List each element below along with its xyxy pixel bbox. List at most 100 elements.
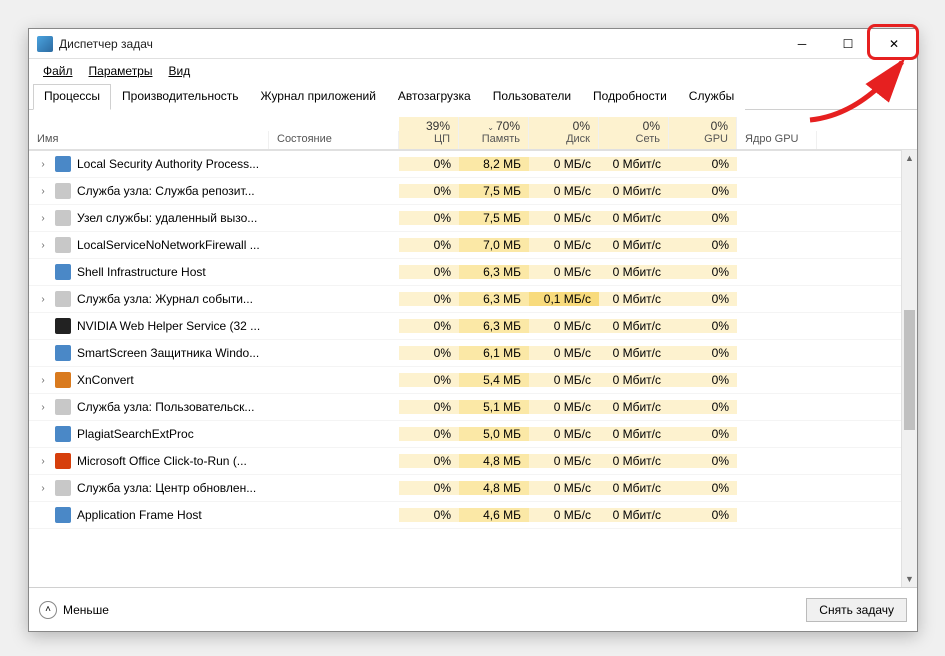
memory-value: 6,3 МБ bbox=[459, 292, 529, 306]
table-row[interactable]: NVIDIA Web Helper Service (32 ...0%6,3 М… bbox=[29, 313, 917, 340]
network-value: 0 Мбит/с bbox=[599, 508, 669, 522]
cpu-value: 0% bbox=[399, 346, 459, 360]
cpu-value: 0% bbox=[399, 157, 459, 171]
memory-value: 5,1 МБ bbox=[459, 400, 529, 414]
close-button[interactable]: ✕ bbox=[871, 29, 917, 58]
table-row[interactable]: ›Узел службы: удаленный вызо...0%7,5 МБ0… bbox=[29, 205, 917, 232]
cpu-value: 0% bbox=[399, 400, 459, 414]
tab-processes[interactable]: Процессы bbox=[33, 84, 111, 110]
expand-icon[interactable]: › bbox=[37, 402, 49, 413]
fewer-details-label: Меньше bbox=[63, 603, 109, 617]
minimize-button[interactable]: ─ bbox=[779, 29, 825, 58]
disk-value: 0 МБ/с bbox=[529, 481, 599, 495]
tab-users[interactable]: Пользователи bbox=[482, 84, 582, 110]
col-gpu[interactable]: 0%GPU bbox=[669, 117, 737, 149]
table-row[interactable]: Application Frame Host0%4,6 МБ0 МБ/с0 Мб… bbox=[29, 502, 917, 529]
memory-value: 5,0 МБ bbox=[459, 427, 529, 441]
expand-icon[interactable]: › bbox=[37, 483, 49, 494]
table-row[interactable]: ›Служба узла: Центр обновлен...0%4,8 МБ0… bbox=[29, 475, 917, 502]
fewer-details-button[interactable]: ˄ Меньше bbox=[39, 601, 109, 619]
process-name: › Узел службы: удаленный вызо... bbox=[29, 210, 269, 226]
col-memory[interactable]: ⌄70%Память bbox=[459, 117, 529, 149]
network-value: 0 Мбит/с bbox=[599, 346, 669, 360]
expand-icon[interactable]: › bbox=[37, 456, 49, 467]
process-icon bbox=[55, 372, 71, 388]
table-row[interactable]: SmartScreen Защитника Windo... 0%6,1 МБ 0 … bbox=[29, 340, 917, 367]
table-row[interactable]: ›Служба узла: Журнал событи...0%6,3 МБ0,… bbox=[29, 286, 917, 313]
tab-startup[interactable]: Автозагрузка bbox=[387, 84, 482, 110]
col-cpu[interactable]: 39%ЦП bbox=[399, 117, 459, 149]
cpu-value: 0% bbox=[399, 454, 459, 468]
process-label: Узел службы: удаленный вызо... bbox=[77, 211, 257, 225]
process-icon bbox=[55, 399, 71, 415]
process-label: Local Security Authority Process... bbox=[77, 157, 259, 171]
table-row[interactable]: ›XnConvert0%5,4 МБ0 МБ/с0 Мбит/с0% bbox=[29, 367, 917, 394]
chevron-up-icon: ˄ bbox=[39, 601, 57, 619]
disk-value: 0 МБ/с bbox=[529, 265, 599, 279]
menu-view[interactable]: Вид bbox=[162, 62, 196, 80]
process-name: SmartScreen Защитника Windo... bbox=[29, 345, 269, 361]
col-network[interactable]: 0%Сеть bbox=[599, 117, 669, 149]
table-row[interactable]: PlagiatSearchExtProc0%5,0 МБ0 МБ/с0 Мбит… bbox=[29, 421, 917, 448]
col-gpucore[interactable]: Ядро GPU bbox=[737, 131, 817, 149]
gpu-value: 0% bbox=[669, 400, 737, 414]
tab-services[interactable]: Службы bbox=[678, 84, 745, 110]
process-icon bbox=[55, 156, 71, 172]
scroll-thumb[interactable] bbox=[904, 310, 915, 430]
col-disk[interactable]: 0%Диск bbox=[529, 117, 599, 149]
cpu-value: 0% bbox=[399, 481, 459, 495]
table-row[interactable]: ›Служба узла: Служба репозит...0%7,5 МБ0… bbox=[29, 178, 917, 205]
scrollbar[interactable]: ▲ ▼ bbox=[901, 150, 917, 587]
process-grid: Имя Состояние 39%ЦП ⌄70%Память 0%Диск 0%… bbox=[29, 110, 917, 587]
gpu-value: 0% bbox=[669, 427, 737, 441]
process-icon bbox=[55, 264, 71, 280]
tab-performance[interactable]: Производительность bbox=[111, 84, 249, 110]
tabstrip: Процессы Производительность Журнал прило… bbox=[29, 83, 917, 110]
col-name[interactable]: Имя bbox=[29, 131, 269, 149]
gpu-value: 0% bbox=[669, 265, 737, 279]
expand-icon[interactable]: › bbox=[37, 294, 49, 305]
expand-icon[interactable]: › bbox=[37, 186, 49, 197]
disk-value: 0 МБ/с bbox=[529, 184, 599, 198]
table-row[interactable]: ›Microsoft Office Click-to-Run (...0%4,8… bbox=[29, 448, 917, 475]
table-row[interactable]: ›Служба узла: Пользовательск...0%5,1 МБ0… bbox=[29, 394, 917, 421]
disk-value: 0 МБ/с bbox=[529, 157, 599, 171]
scroll-up-button[interactable]: ▲ bbox=[902, 150, 917, 166]
end-task-button[interactable]: Снять задачу bbox=[806, 598, 907, 622]
network-value: 0 Мбит/с bbox=[599, 400, 669, 414]
expand-icon[interactable]: › bbox=[37, 213, 49, 224]
network-value: 0 Мбит/с bbox=[599, 373, 669, 387]
menu-file[interactable]: Файл bbox=[37, 62, 79, 80]
disk-value: 0 МБ/с bbox=[529, 211, 599, 225]
memory-value: 6,3 МБ bbox=[459, 265, 529, 279]
expand-icon[interactable]: › bbox=[37, 240, 49, 251]
menu-options[interactable]: Параметры bbox=[83, 62, 159, 80]
column-headers: Имя Состояние 39%ЦП ⌄70%Память 0%Диск 0%… bbox=[29, 110, 917, 150]
memory-value: 7,5 МБ bbox=[459, 211, 529, 225]
expand-icon[interactable]: › bbox=[37, 159, 49, 170]
sort-chevron-icon: ⌄ bbox=[487, 123, 494, 132]
process-icon bbox=[55, 183, 71, 199]
process-rows: ›Local Security Authority Process...0%8,… bbox=[29, 150, 917, 587]
maximize-button[interactable]: ☐ bbox=[825, 29, 871, 58]
gpu-value: 0% bbox=[669, 184, 737, 198]
network-value: 0 Мбит/с bbox=[599, 184, 669, 198]
tab-apphistory[interactable]: Журнал приложений bbox=[250, 84, 387, 110]
process-name: › Local Security Authority Process... bbox=[29, 156, 269, 172]
disk-value: 0 МБ/с bbox=[529, 373, 599, 387]
disk-value: 0 МБ/с bbox=[529, 508, 599, 522]
tab-details[interactable]: Подробности bbox=[582, 84, 678, 110]
process-label: SmartScreen Защитника Windo... bbox=[77, 346, 259, 360]
cpu-value: 0% bbox=[399, 508, 459, 522]
table-row[interactable]: ›LocalServiceNoNetworkFirewall ...0%7,0 … bbox=[29, 232, 917, 259]
table-row[interactable]: ›Local Security Authority Process...0%8,… bbox=[29, 151, 917, 178]
expand-icon[interactable]: › bbox=[37, 375, 49, 386]
network-value: 0 Мбит/с bbox=[599, 211, 669, 225]
scroll-down-button[interactable]: ▼ bbox=[902, 571, 917, 587]
col-state[interactable]: Состояние bbox=[269, 131, 399, 149]
table-row[interactable]: Shell Infrastructure Host0%6,3 МБ0 МБ/с0… bbox=[29, 259, 917, 286]
cpu-value: 0% bbox=[399, 238, 459, 252]
memory-value: 6,1 МБ bbox=[459, 346, 529, 360]
process-icon bbox=[55, 291, 71, 307]
footer: ˄ Меньше Снять задачу bbox=[29, 587, 917, 631]
